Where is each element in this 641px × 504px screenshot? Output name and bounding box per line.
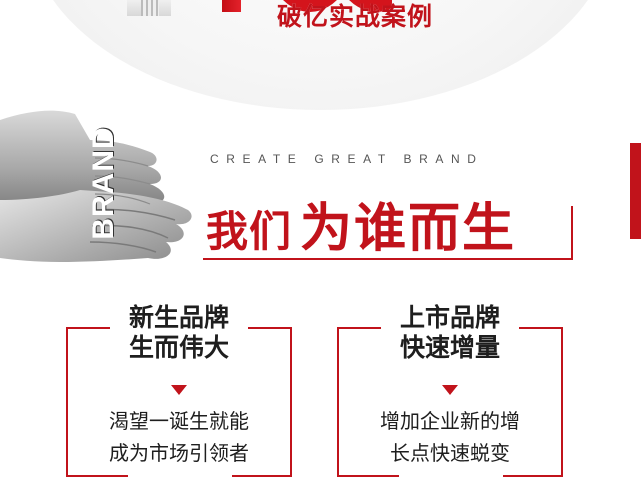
hero-headline: 破亿实战案例	[277, 2, 433, 32]
card-body: 增加企业新的增 长点快速蜕变	[339, 405, 561, 469]
card-listed-brand: 上市品牌 快速增量 增加企业新的增 长点快速蜕变	[337, 303, 563, 479]
down-triangle-icon	[442, 385, 458, 395]
building-graphic	[127, 0, 171, 16]
red-accent-bar	[630, 143, 641, 239]
digit-one-shape	[222, 0, 241, 12]
card-body: 渴望一诞生就能 成为市场引领者	[68, 405, 290, 469]
card-body-line-1: 渴望一诞生就能	[109, 409, 249, 433]
card-bottom-gap	[399, 473, 503, 479]
card-heading: 上市品牌 快速增量	[339, 303, 561, 363]
card-bottom-gap	[128, 473, 232, 479]
main-title-part-a: 我们	[206, 207, 293, 256]
brand-vertical-text: BRAND	[87, 126, 120, 240]
card-body-line-2: 成为市场引领者	[109, 441, 249, 465]
hero-headline-text: 破亿实战案例	[277, 2, 434, 31]
card-heading-line-2: 快速增量	[399, 333, 500, 362]
card-heading: 新生品牌 生而伟大	[68, 303, 290, 363]
card-new-brand: 新生品牌 生而伟大 渴望一诞生就能 成为市场引领者	[66, 303, 292, 479]
down-triangle-icon	[171, 385, 187, 395]
main-title-part-b: 为谁而生	[300, 199, 517, 259]
brand-vertical-label: BRAND	[84, 125, 124, 241]
card-body-line-2: 长点快速蜕变	[390, 441, 510, 465]
card-heading-line-1: 上市品牌	[393, 303, 506, 333]
main-title: 我们 为谁而生	[206, 186, 516, 261]
english-tagline: CREATE GREAT BRAND	[210, 152, 484, 166]
card-body-line-1: 增加企业新的增	[380, 409, 520, 433]
card-heading-line-2: 生而伟大	[128, 333, 229, 362]
card-heading-line-1: 新生品牌	[122, 303, 235, 333]
